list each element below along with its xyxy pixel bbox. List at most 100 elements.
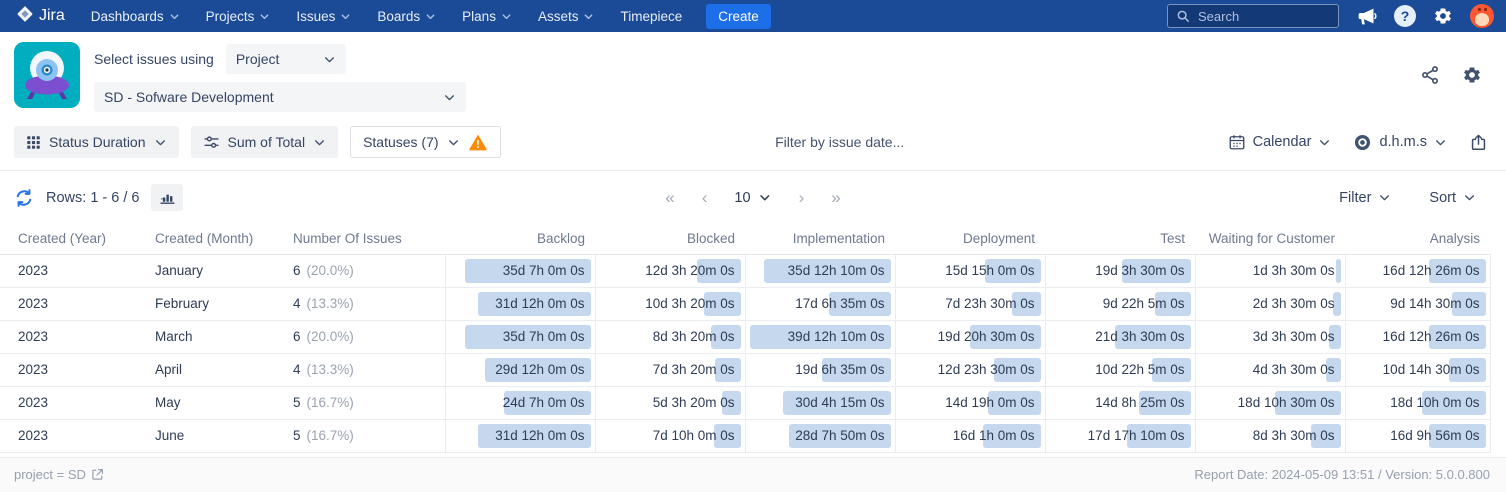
global-search[interactable] xyxy=(1167,4,1339,28)
duration-value: 7d 3h 20m 0s xyxy=(652,362,735,377)
cell-month: March xyxy=(155,319,293,353)
settings-gear-icon[interactable] xyxy=(1433,6,1453,26)
nav-item-projects[interactable]: Projects xyxy=(206,9,271,24)
duration-value: 19d 20h 30m 0s xyxy=(937,329,1035,344)
issue-percent: (16.7%) xyxy=(306,395,354,410)
column-header-analysis[interactable]: Analysis xyxy=(1345,224,1490,255)
chevron-down-icon xyxy=(341,13,350,19)
column-header-blocked[interactable]: Blocked xyxy=(595,224,745,255)
column-header-created-year[interactable]: Created (Year) xyxy=(0,224,155,255)
column-header-created-month[interactable]: Created (Month) xyxy=(155,224,293,255)
issue-date-filter-input[interactable] xyxy=(775,134,966,150)
duration-value: 35d 12h 10m 0s xyxy=(787,263,885,278)
duration-value: 10d 3h 20m 0s xyxy=(645,296,735,311)
export-icon[interactable] xyxy=(1469,133,1488,152)
nav-item-boards[interactable]: Boards xyxy=(377,9,436,24)
chevron-down-icon xyxy=(324,56,334,62)
duration-cell: 14d 19h 0m 0s xyxy=(894,385,1045,419)
page-size-value: 10 xyxy=(734,189,751,206)
jira-logo[interactable]: Jira xyxy=(16,5,65,28)
calendar-dropdown[interactable]: Calendar xyxy=(1228,133,1332,151)
table-row: 2023 May 5 (16.7%) 24d 7h 0m 0s 5d 3h 20m… xyxy=(0,385,1491,419)
nav-item-issues[interactable]: Issues xyxy=(296,9,351,24)
avatar-face xyxy=(1475,13,1489,26)
chart-view-button[interactable] xyxy=(151,184,184,211)
column-header-backlog[interactable]: Backlog xyxy=(445,224,595,255)
cell-year: 2023 xyxy=(0,286,155,320)
chevron-down-icon xyxy=(448,139,458,145)
search-input[interactable] xyxy=(1198,8,1318,24)
duration-cell: 35d 7h 0m 0s xyxy=(444,319,595,353)
help-icon[interactable]: ? xyxy=(1394,5,1416,27)
column-header-deployment[interactable]: Deployment xyxy=(895,224,1045,255)
column-header-implementation[interactable]: Implementation xyxy=(745,224,895,255)
duration-cell: 10d 22h 5m 0s xyxy=(1044,352,1195,386)
aggregation-dropdown[interactable]: Sum of Total xyxy=(190,126,339,158)
nav-item-plans[interactable]: Plans xyxy=(462,9,512,24)
nav-item-timepiece[interactable]: Timepiece xyxy=(620,9,682,24)
project-dropdown[interactable]: SD - Sofware Development xyxy=(94,82,466,112)
first-page-button[interactable]: « xyxy=(665,189,674,206)
duration-value: 31d 12h 0m 0s xyxy=(495,428,585,443)
duration-cell: 35d 7h 0m 0s xyxy=(444,254,595,287)
select-issues-using-dropdown[interactable]: Project xyxy=(225,44,346,74)
duration-cell: 16d 12h 26m 0s xyxy=(1344,254,1491,287)
duration-value: 3d 3h 30m 0s xyxy=(1252,329,1335,344)
filter-dropdown[interactable]: Filter xyxy=(1339,190,1391,206)
calendar-icon xyxy=(1229,135,1245,150)
cell-issues: 5 (16.7%) xyxy=(293,385,445,419)
duration-cell: 4d 3h 30m 0s xyxy=(1194,352,1345,386)
duration-cell: 8d 3h 20m 0s xyxy=(594,319,745,353)
duration-value: 16d 1h 0m 0s xyxy=(952,428,1035,443)
duration-cell: 18d 10h 30m 0s xyxy=(1194,385,1345,419)
report-type-dropdown[interactable]: Status Duration xyxy=(14,126,179,158)
duration-value: 17d 17h 10m 0s xyxy=(1087,428,1185,443)
cell-year: 2023 xyxy=(0,319,155,353)
duration-value: 35d 7h 0m 0s xyxy=(502,329,585,344)
nav-item-assets[interactable]: Assets xyxy=(538,9,595,24)
user-avatar[interactable] xyxy=(1470,4,1494,28)
issue-count: 5 xyxy=(293,428,301,443)
previous-page-button[interactable]: ‹ xyxy=(702,189,708,206)
grid-icon xyxy=(27,135,40,149)
duration-cell: 19d 6h 35m 0s xyxy=(744,352,895,386)
chevron-down-icon xyxy=(1436,139,1445,145)
announcements-icon[interactable] xyxy=(1356,6,1377,27)
duration-value: 19d 3h 30m 0s xyxy=(1095,263,1185,278)
statuses-dropdown[interactable]: Statuses (7) xyxy=(350,126,501,158)
pagination: « ‹ 10 › » xyxy=(665,189,840,206)
next-page-button[interactable]: › xyxy=(799,189,805,206)
time-format-dropdown[interactable]: d.h.m.s xyxy=(1353,133,1447,152)
table-row: 2023 April 4 (13.3%) 29d 12h 0m 0s 7d 3h … xyxy=(0,352,1491,386)
duration-cell: 21d 3h 30m 0s xyxy=(1044,319,1195,353)
column-header-number-of-issues[interactable]: Number Of Issues xyxy=(293,224,445,255)
duration-value: 24d 7h 0m 0s xyxy=(502,395,585,410)
column-header-waiting-for-customer[interactable]: Waiting for Customer xyxy=(1195,224,1345,255)
duration-cell: 29d 12h 0m 0s xyxy=(444,352,595,386)
duration-cell: 19d 3h 30m 0s xyxy=(1044,254,1195,287)
table-header-row: Created (Year) Created (Month) Number Of… xyxy=(0,224,1490,255)
page-size-dropdown[interactable]: 10 xyxy=(734,190,771,206)
duration-cell: 8d 3h 30m 0s xyxy=(1194,418,1345,453)
share-icon[interactable] xyxy=(1420,65,1440,90)
refresh-icon[interactable] xyxy=(14,188,34,208)
duration-value: 2d 3h 30m 0s xyxy=(1252,296,1335,311)
chevron-down-icon xyxy=(585,13,593,19)
nav-item-dashboards[interactable]: Dashboards xyxy=(91,9,180,24)
create-button[interactable]: Create xyxy=(706,3,771,29)
duration-value: 30d 4h 15m 0s xyxy=(795,395,885,410)
duration-cell: 39d 12h 10m 0s xyxy=(744,319,895,353)
duration-value: 19d 6h 35m 0s xyxy=(795,362,885,377)
duration-value: 10d 14h 30m 0s xyxy=(1382,362,1480,377)
cell-month: April xyxy=(155,352,293,386)
column-header-test[interactable]: Test xyxy=(1045,224,1195,255)
duration-value: 14d 8h 25m 0s xyxy=(1095,395,1185,410)
duration-cell: 17d 17h 10m 0s xyxy=(1044,418,1195,453)
last-page-button[interactable]: » xyxy=(831,189,840,206)
chevron-down-icon xyxy=(760,195,770,201)
report-toolbar: Status Duration Sum of Total Statuses (7… xyxy=(0,124,1506,171)
sort-dropdown[interactable]: Sort xyxy=(1429,190,1476,206)
report-settings-gear-icon[interactable] xyxy=(1462,65,1482,90)
cell-month: May xyxy=(155,385,293,419)
jql-query-link[interactable]: project = SD xyxy=(14,467,104,482)
